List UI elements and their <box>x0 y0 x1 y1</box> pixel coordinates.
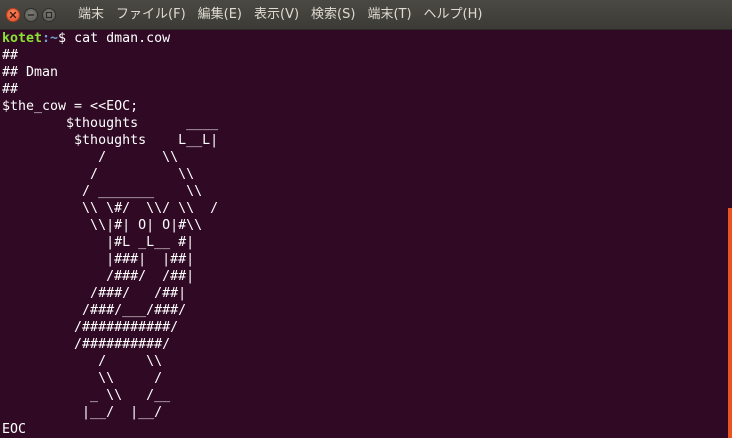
menu-search[interactable]: 検索(S) <box>305 0 361 30</box>
output-line: |###| |##| <box>2 252 195 267</box>
output-line: /###########/ <box>2 320 179 335</box>
window-controls <box>0 7 56 22</box>
terminal-output[interactable]: kotet:~$ cat dman.cow ## ## Dman ## $the… <box>0 30 728 438</box>
output-line: |#L _L__ #| <box>2 235 195 250</box>
output-line: _ \\ /__ <box>2 388 171 403</box>
output-line: /###/___/###/ <box>2 303 187 318</box>
output-line: / _______ \\ <box>2 184 203 199</box>
output-line: $thoughts ____ <box>2 116 219 131</box>
menu-view[interactable]: 表示(V) <box>248 0 305 30</box>
output-line: \\ / <box>2 371 163 386</box>
maximize-icon <box>45 11 53 18</box>
prompt-line: kotet:~$ cat dman.cow <box>2 30 728 47</box>
output-line: \\|#| O| O|#\\ <box>2 218 203 233</box>
output-line: / \\ <box>2 150 179 165</box>
output-line: |__/ |__/ <box>2 405 163 420</box>
output-line: ## <box>2 82 19 97</box>
output-line: / \\ <box>2 354 163 369</box>
title-bar: 端末 ファイル(F) 編集(E) 表示(V) 検索(S) 端末(T) ヘルプ(H… <box>0 0 732 30</box>
prompt-command: cat dman.cow <box>74 31 171 46</box>
menu-file[interactable]: ファイル(F) <box>110 0 192 30</box>
output-line: /###/ /##| <box>2 269 195 284</box>
output-line: \\ \#/ \\/ \\ / <box>2 201 219 216</box>
terminal-window: 端末 ファイル(F) 編集(E) 表示(V) 検索(S) 端末(T) ヘルプ(H… <box>0 0 732 438</box>
output-line: /##########/ <box>2 337 171 352</box>
prompt-symbol: $ <box>58 31 75 46</box>
scrollbar-thumb[interactable] <box>728 208 732 438</box>
menu-bar: 端末 ファイル(F) 編集(E) 表示(V) 検索(S) 端末(T) ヘルプ(H… <box>72 0 488 30</box>
output-line: /###/ /##| <box>2 286 187 301</box>
menu-edit[interactable]: 編集(E) <box>192 0 248 30</box>
maximize-button[interactable] <box>42 7 56 22</box>
prompt-user: kotet <box>2 31 43 46</box>
menu-terminal[interactable]: 端末(T) <box>361 0 417 30</box>
menu-help[interactable]: ヘルプ(H) <box>418 0 489 30</box>
vertical-scrollbar[interactable] <box>728 30 732 438</box>
prompt-path: :~ <box>42 31 59 46</box>
output-line: EOC <box>2 422 27 437</box>
close-icon <box>9 11 17 18</box>
close-button[interactable] <box>6 7 20 22</box>
output-line: $thoughts L__L| <box>2 133 219 148</box>
output-line: ## Dman <box>2 65 59 80</box>
menu-terminal-title: 端末 <box>78 6 105 22</box>
minimize-icon <box>27 13 35 16</box>
output-line: $the_cow = <<EOC; <box>2 99 139 114</box>
minimize-button[interactable] <box>24 7 38 22</box>
output-line: ## <box>2 48 19 63</box>
output-line: / \\ <box>2 167 195 182</box>
